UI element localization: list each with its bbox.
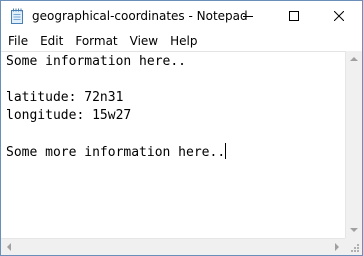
menu-help[interactable]: Help	[164, 31, 203, 51]
window-title: geographical-coordinates - Notepad	[32, 9, 248, 23]
minimize-icon	[243, 16, 253, 17]
close-button[interactable]	[316, 1, 362, 31]
scroll-right-icon[interactable]	[335, 243, 339, 251]
editor-line: Some more information here..	[6, 145, 226, 160]
vertical-scrollbar[interactable]	[345, 51, 362, 238]
editor-line: Some information here..	[6, 54, 187, 69]
resize-corner[interactable]	[345, 238, 362, 255]
menu-view[interactable]: View	[124, 31, 164, 51]
scroll-down-icon[interactable]	[350, 228, 358, 232]
close-icon	[334, 11, 344, 21]
editor-line: longitude: 15w27	[6, 108, 132, 123]
editor-line: latitude: 72n31	[6, 90, 124, 105]
menu-bar: File Edit Format View Help	[1, 31, 362, 51]
menu-edit[interactable]: Edit	[34, 31, 69, 51]
maximize-button[interactable]	[271, 1, 317, 31]
scroll-up-icon[interactable]	[350, 57, 358, 61]
notepad-window: geographical-coordinates - Notepad File …	[0, 0, 363, 256]
menu-file[interactable]: File	[1, 31, 34, 51]
horizontal-scrollbar[interactable]	[1, 238, 345, 255]
menu-format[interactable]: Format	[69, 31, 123, 51]
text-editor[interactable]: Some information here.. latitude: 72n31 …	[1, 51, 345, 239]
maximize-icon	[289, 11, 299, 21]
text-caret	[225, 143, 227, 159]
resize-grip-icon[interactable]	[349, 242, 360, 253]
scroll-left-icon[interactable]	[7, 243, 11, 251]
minimize-button[interactable]	[225, 1, 271, 31]
notepad-icon[interactable]	[10, 8, 25, 24]
title-bar[interactable]: geographical-coordinates - Notepad	[1, 1, 362, 31]
editor-content[interactable]: Some information here.. latitude: 72n31 …	[6, 53, 227, 162]
